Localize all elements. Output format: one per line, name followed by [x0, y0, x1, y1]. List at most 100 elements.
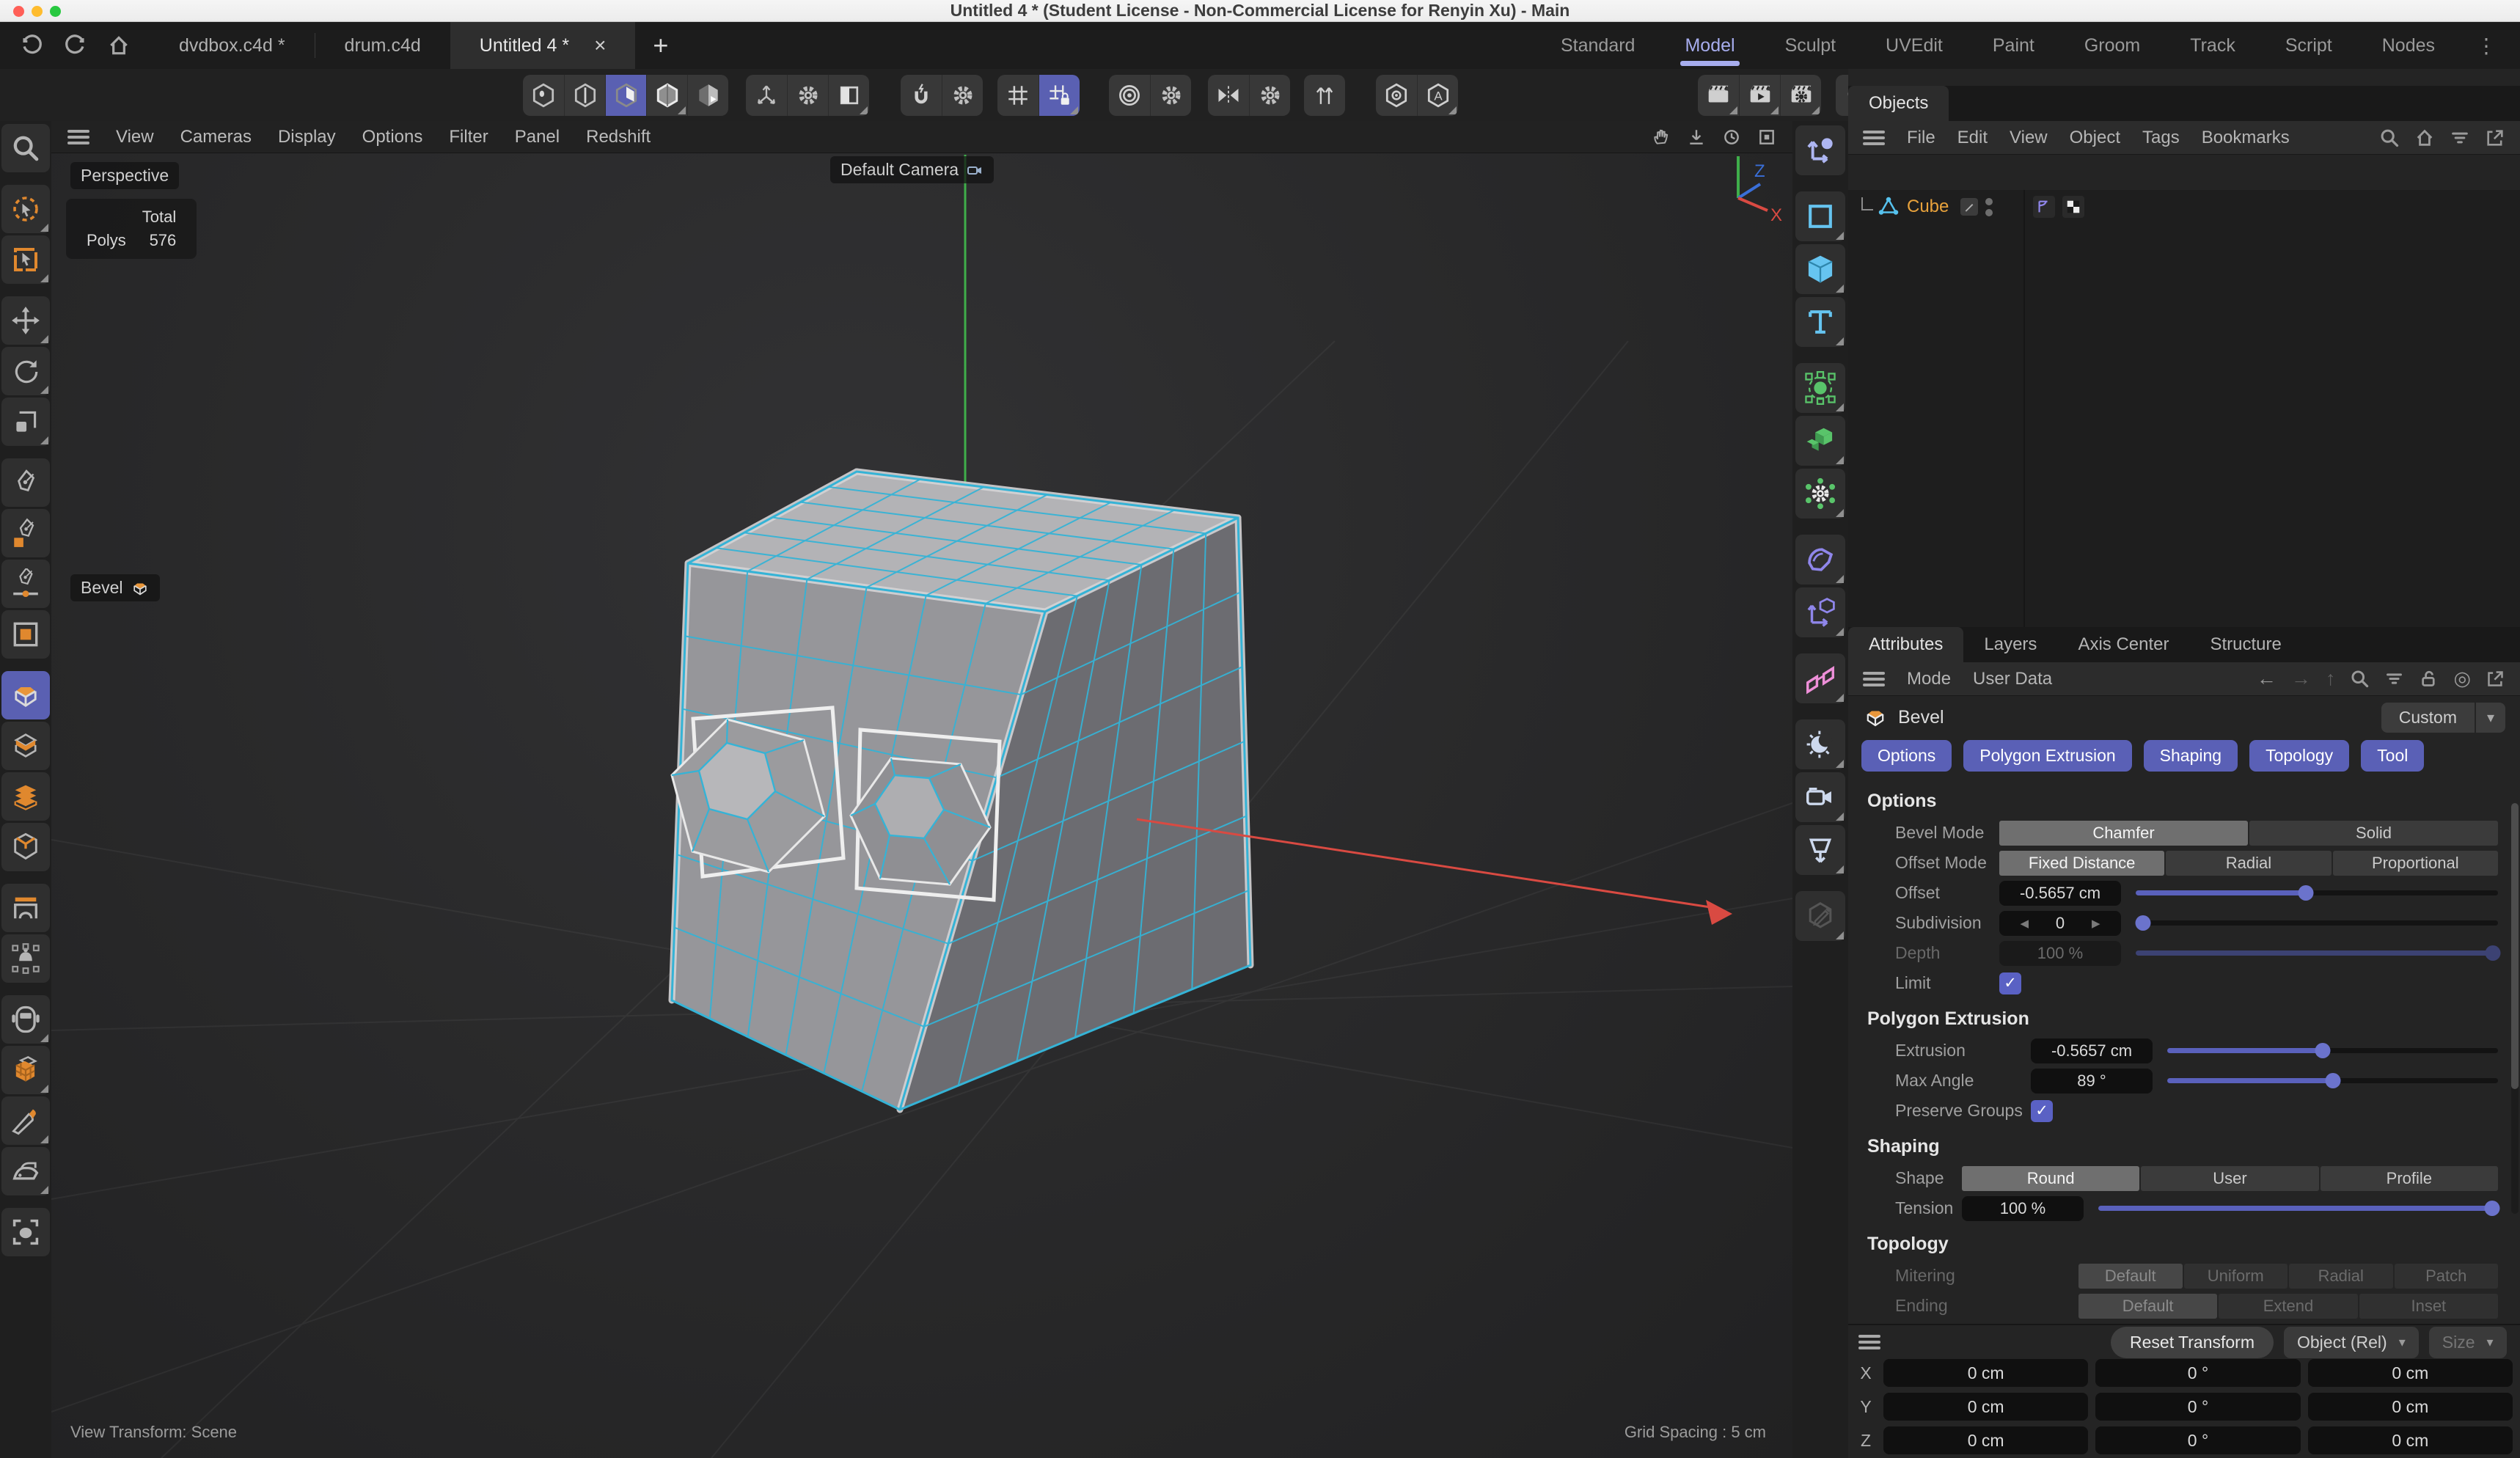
layout-overflow-menu[interactable]: ⋮ — [2460, 22, 2513, 69]
tab-layers[interactable]: Layers — [1963, 627, 2057, 662]
bevel-tool-icon[interactable] — [1, 671, 50, 719]
attributes-menu-mode[interactable]: Mode — [1907, 669, 1951, 689]
attributes-menu-userdata[interactable]: User Data — [1973, 669, 2052, 689]
vp-menu-cameras[interactable]: Cameras — [180, 127, 252, 147]
camera-label[interactable]: Default Camera — [830, 156, 994, 183]
layout-model[interactable]: Model — [1660, 22, 1759, 69]
search-icon[interactable] — [2379, 128, 2400, 148]
frame-all-icon[interactable] — [1757, 128, 1776, 147]
close-window-button[interactable] — [13, 6, 24, 17]
tab-attributes[interactable]: Attributes — [1848, 627, 1963, 662]
rotate-icon[interactable] — [1, 347, 50, 395]
primitive-cube-icon[interactable] — [1795, 244, 1845, 294]
layout-track[interactable]: Track — [2165, 22, 2260, 69]
layout-uvedit[interactable]: UVEdit — [1861, 22, 1968, 69]
rectangle-selection-icon[interactable] — [1, 235, 50, 284]
polygons-mode-icon[interactable] — [605, 75, 646, 116]
option-solid[interactable]: Solid — [2249, 821, 2498, 846]
vp-menu-display[interactable]: Display — [278, 127, 336, 147]
subdivide-icon[interactable] — [1, 1046, 50, 1094]
viewport-3d[interactable]: Y Z X View Cameras Display Options Filte… — [51, 121, 1792, 1458]
symmetry-object-icon[interactable] — [1795, 653, 1845, 703]
close-tab-icon[interactable]: × — [594, 34, 606, 57]
y-rotation-input[interactable]: 0 ° — [2095, 1393, 2300, 1421]
nav-forward-icon[interactable]: → — [2291, 667, 2311, 690]
layout-standard[interactable]: Standard — [1536, 22, 1660, 69]
option-radial[interactable]: Radial — [2166, 851, 2331, 876]
home-icon[interactable] — [107, 34, 131, 57]
move-icon[interactable] — [1, 296, 50, 345]
z-rotation-input[interactable]: 0 ° — [2095, 1426, 2300, 1454]
subdivision-stepper[interactable]: ◀ 0 ▶ — [1999, 911, 2121, 936]
soft-selection-icon[interactable] — [1, 934, 50, 983]
points-mode-icon[interactable] — [523, 75, 564, 116]
z-position-input[interactable]: 0 cm — [1883, 1426, 2088, 1454]
camera-object-icon[interactable] — [1795, 772, 1845, 822]
layout-nodes[interactable]: Nodes — [2357, 22, 2460, 69]
edge-pen-icon[interactable] — [1, 560, 50, 608]
edit-toggle-icon[interactable] — [1960, 198, 1978, 216]
pill-topology[interactable]: Topology — [2249, 740, 2349, 772]
offset-slider[interactable] — [2136, 890, 2498, 895]
simulation-icon[interactable] — [1795, 469, 1845, 519]
extrude-icon[interactable] — [1, 722, 50, 770]
annotate-icon[interactable] — [1795, 891, 1845, 941]
viewport-scene[interactable]: Y Z X — [51, 121, 1792, 1458]
bridge-icon[interactable] — [1, 884, 50, 932]
zoom-window-button[interactable] — [50, 6, 61, 17]
grid-icon[interactable] — [997, 75, 1039, 116]
smooth-shift-icon[interactable] — [1, 772, 50, 821]
extrusion-slider-knob[interactable] — [2315, 1043, 2330, 1058]
deformer-icon[interactable] — [1795, 535, 1845, 585]
viewport-search-icon[interactable] — [1, 124, 50, 172]
bevel-tag-icon[interactable] — [2033, 196, 2055, 218]
offset-slider-knob[interactable] — [2299, 885, 2314, 901]
layout-sculpt[interactable]: Sculpt — [1760, 22, 1861, 69]
nav-back-icon[interactable]: ← — [2257, 667, 2277, 690]
limit-checkbox[interactable]: ✓ — [1999, 972, 2021, 994]
scale-icon[interactable] — [1, 398, 50, 446]
vp-menu-view[interactable]: View — [116, 127, 154, 147]
axis-settings-gear-icon[interactable] — [787, 75, 828, 116]
text-object-icon[interactable] — [1795, 297, 1845, 347]
spotlight-icon[interactable] — [1, 1208, 50, 1256]
stepper-increment-icon[interactable]: ▶ — [2092, 917, 2100, 930]
coordinates-menu-icon[interactable] — [1858, 1335, 1880, 1349]
objects-menu-tags[interactable]: Tags — [2142, 128, 2180, 148]
knife-icon[interactable] — [1, 1096, 50, 1145]
null-axis-icon[interactable] — [1795, 587, 1845, 637]
stepper-decrement-icon[interactable]: ◀ — [2020, 917, 2029, 930]
stage-icon[interactable] — [1795, 825, 1845, 875]
tab-structure[interactable]: Structure — [2189, 627, 2301, 662]
object-row-cube[interactable]: Cube — [1848, 190, 2520, 224]
volume-icon[interactable] — [1795, 416, 1845, 466]
isolate-a-icon[interactable]: A — [1417, 75, 1458, 116]
redo-icon[interactable] — [63, 33, 88, 58]
export-icon[interactable] — [2486, 669, 2505, 689]
preserve-groups-checkbox[interactable]: ✓ — [2031, 1100, 2053, 1122]
option-fixed-distance[interactable]: Fixed Distance — [1999, 851, 2164, 876]
vp-menu-redshift[interactable]: Redshift — [586, 127, 651, 147]
rings-icon[interactable] — [1109, 75, 1150, 116]
max-angle-input[interactable]: 89 ° — [2031, 1069, 2153, 1094]
polygon-pen-icon[interactable] — [1, 509, 50, 557]
texture-mode-icon[interactable] — [687, 75, 728, 116]
transform-mode-dropdown[interactable]: Object (Rel) ▾ — [2284, 1327, 2419, 1358]
render-play-icon[interactable] — [1739, 75, 1780, 116]
object-tree[interactable]: Cube — [1848, 190, 2520, 627]
pill-options[interactable]: Options — [1861, 740, 1952, 772]
field-icon[interactable] — [1795, 363, 1845, 413]
pan-hand-icon[interactable] — [1652, 128, 1671, 147]
chevron-down-icon[interactable]: ▾ — [2476, 703, 2505, 733]
tab-drum[interactable]: drum.c4d — [315, 22, 450, 69]
tab-axis-center[interactable]: Axis Center — [2057, 627, 2189, 662]
filter-icon[interactable] — [2450, 128, 2470, 148]
tension-slider-knob[interactable] — [2484, 1201, 2499, 1216]
objects-menu-icon[interactable] — [1863, 131, 1885, 145]
pen-icon[interactable] — [1, 458, 50, 507]
snap-settings-gear-icon[interactable] — [942, 75, 983, 116]
objects-menu-object[interactable]: Object — [2070, 128, 2120, 148]
filter-icon[interactable] — [2384, 669, 2404, 689]
view-label[interactable]: Perspective — [70, 162, 179, 189]
pill-shaping[interactable]: Shaping — [2144, 740, 2238, 772]
